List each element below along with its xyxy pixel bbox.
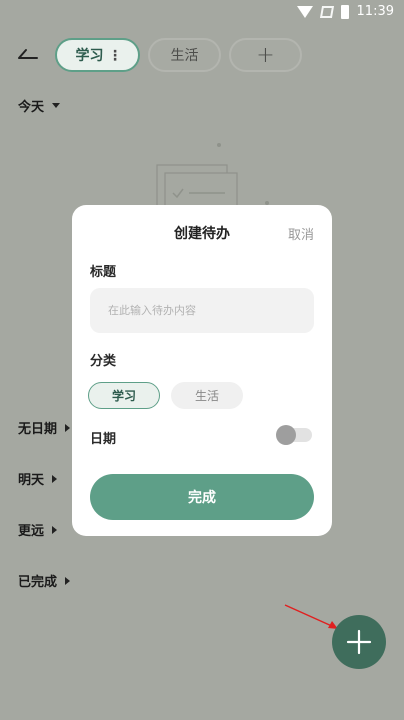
done-button-label: 完成 — [188, 490, 216, 506]
vertical-dots-icon[interactable]: ⋮ — [108, 48, 122, 64]
create-todo-dialog: 创建待办 取消 标题 分类 学习 生活 日期 完成 — [72, 205, 332, 536]
category-chip-study[interactable]: 学习 — [88, 382, 160, 409]
date-label: 日期 — [90, 432, 117, 447]
empty-list-illustration-icon — [156, 143, 269, 215]
caret-right-icon — [65, 423, 71, 432]
section-tomorrow[interactable]: 明天 — [18, 469, 58, 488]
plus-icon — [346, 629, 372, 655]
category-chip-life[interactable]: 生活 — [171, 382, 243, 409]
battery-icon — [340, 4, 349, 19]
back-arrow-icon[interactable] — [16, 44, 40, 64]
section-today-label: 今天 — [18, 100, 45, 115]
status-time: 11:39 — [356, 4, 394, 19]
section-today[interactable]: 今天 — [18, 96, 61, 115]
plus-icon: + — [256, 42, 275, 68]
section-completed[interactable]: 已完成 — [18, 571, 71, 590]
signal-off-icon — [319, 5, 334, 18]
status-bar: 11:39 — [0, 0, 404, 24]
annotation-arrow-icon — [284, 604, 338, 629]
caret-right-icon — [65, 576, 71, 585]
caret-right-icon — [52, 525, 58, 534]
status-icons: 11:39 — [296, 4, 394, 19]
category-chip-study-label: 学习 — [111, 389, 136, 403]
category-label: 分类 — [90, 354, 117, 369]
date-toggle[interactable] — [276, 425, 312, 445]
add-tag-button[interactable]: + — [229, 38, 302, 72]
section-later-label: 更远 — [18, 524, 45, 539]
done-button[interactable]: 完成 — [90, 474, 314, 520]
add-todo-fab[interactable] — [332, 615, 386, 669]
tag-study[interactable]: 学习 ⋮ — [55, 38, 140, 72]
section-no-date-label: 无日期 — [18, 422, 58, 437]
section-no-date[interactable]: 无日期 — [18, 418, 71, 437]
cancel-button[interactable]: 取消 — [288, 224, 314, 243]
tag-life-label: 生活 — [170, 48, 199, 64]
title-input[interactable] — [90, 288, 314, 333]
section-later[interactable]: 更远 — [18, 520, 58, 539]
title-label: 标题 — [90, 265, 117, 280]
section-completed-label: 已完成 — [18, 575, 58, 590]
toggle-knob — [276, 425, 296, 445]
category-chip-life-label: 生活 — [194, 389, 219, 403]
section-tomorrow-label: 明天 — [18, 473, 45, 488]
caret-down-icon — [52, 103, 61, 108]
caret-right-icon — [52, 474, 58, 483]
tag-life[interactable]: 生活 — [148, 38, 221, 72]
tag-study-label: 学习 — [75, 48, 104, 64]
wifi-icon — [296, 5, 313, 18]
